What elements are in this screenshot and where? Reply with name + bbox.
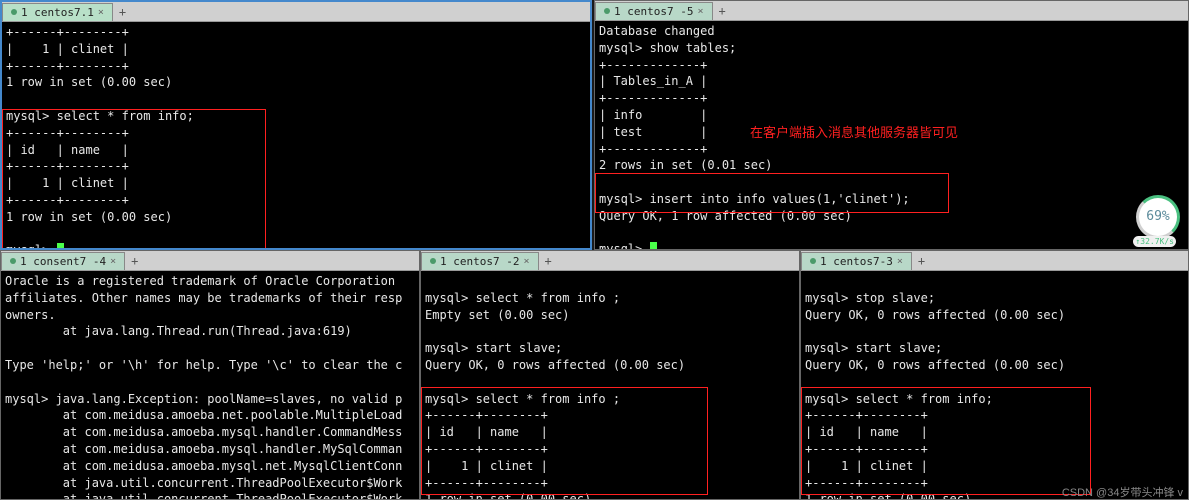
tab-label: 1 centos7-3 (820, 255, 893, 268)
add-tab-button[interactable]: + (912, 252, 931, 270)
status-dot-icon (430, 258, 436, 264)
tab-label: 1 centos7 -2 (440, 255, 519, 268)
tab-bar: 1 centos7-3 × + (801, 251, 1188, 271)
tab-bar: 1 consent7 -4 × + (1, 251, 419, 271)
close-icon[interactable]: × (98, 7, 104, 18)
status-dot-icon (10, 258, 16, 264)
tab-label: 1 centos7 -5 (614, 5, 693, 18)
rate-value: ↑32.7K/s (1133, 236, 1176, 247)
terminal-pane-2: 1 centos7 -5 × + Database changed mysql>… (594, 0, 1189, 250)
tab-bar: 1 centos7 -5 × + (595, 1, 1188, 21)
close-icon[interactable]: × (110, 256, 116, 267)
add-tab-button[interactable]: + (713, 2, 732, 20)
tab-bar: 1 centos7 -2 × + (421, 251, 799, 271)
cursor-icon (650, 242, 657, 249)
terminal-pane-5: 1 centos7-3 × + mysql> stop slave; Query… (800, 250, 1189, 500)
tab-centos7-2[interactable]: 1 centos7 -2 × (421, 252, 539, 270)
add-tab-button[interactable]: + (539, 252, 558, 270)
tab-consent7-4[interactable]: 1 consent7 -4 × (1, 252, 125, 270)
percent-value: 69% (1146, 208, 1169, 226)
tab-centos7-5[interactable]: 1 centos7 -5 × (595, 2, 713, 20)
terminal-output[interactable]: Database changed mysql> show tables; +--… (595, 21, 1188, 249)
close-icon[interactable]: × (897, 256, 903, 267)
terminal-pane-3: 1 consent7 -4 × + Oracle is a registered… (0, 250, 420, 500)
terminal-text: mysql> select * from info ; Empty set (0… (425, 291, 685, 499)
terminal-pane-4: 1 centos7 -2 × + mysql> select * from in… (420, 250, 800, 500)
tab-label: 1 consent7 -4 (20, 255, 106, 268)
terminal-text: mysql> stop slave; Query OK, 0 rows affe… (805, 291, 1065, 499)
cursor-icon (57, 243, 64, 248)
terminal-output[interactable]: Oracle is a registered trademark of Orac… (1, 271, 419, 499)
tab-label: 1 centos7.1 (21, 6, 94, 19)
terminal-output[interactable]: +------+--------+ | 1 | clinet | +------… (2, 22, 590, 248)
network-widget[interactable]: 69% ↑32.7K/s (1130, 195, 1180, 245)
progress-ring-icon: 69% (1136, 195, 1180, 239)
add-tab-button[interactable]: + (125, 252, 144, 270)
terminal-text: Oracle is a registered trademark of Orac… (5, 274, 402, 499)
status-dot-icon (11, 9, 17, 15)
status-dot-icon (810, 258, 816, 264)
terminal-text: +------+--------+ | 1 | clinet | +------… (6, 25, 194, 248)
terminal-output[interactable]: mysql> stop slave; Query OK, 0 rows affe… (801, 271, 1188, 499)
tab-centos71[interactable]: 1 centos7.1 × (2, 3, 113, 21)
terminal-pane-1: 1 centos7.1 × + +------+--------+ | 1 | … (0, 0, 592, 250)
terminal-output[interactable]: mysql> select * from info ; Empty set (0… (421, 271, 799, 499)
status-dot-icon (604, 8, 610, 14)
tab-bar: 1 centos7.1 × + (2, 2, 590, 22)
close-icon[interactable]: × (697, 6, 703, 17)
annotation-text: 在客户端插入消息其他服务器皆可见 (750, 124, 958, 142)
add-tab-button[interactable]: + (113, 3, 132, 21)
watermark-text: CSDN @34岁带头冲锋 v (1062, 484, 1183, 500)
tab-centos7-3[interactable]: 1 centos7-3 × (801, 252, 912, 270)
close-icon[interactable]: × (523, 256, 529, 267)
